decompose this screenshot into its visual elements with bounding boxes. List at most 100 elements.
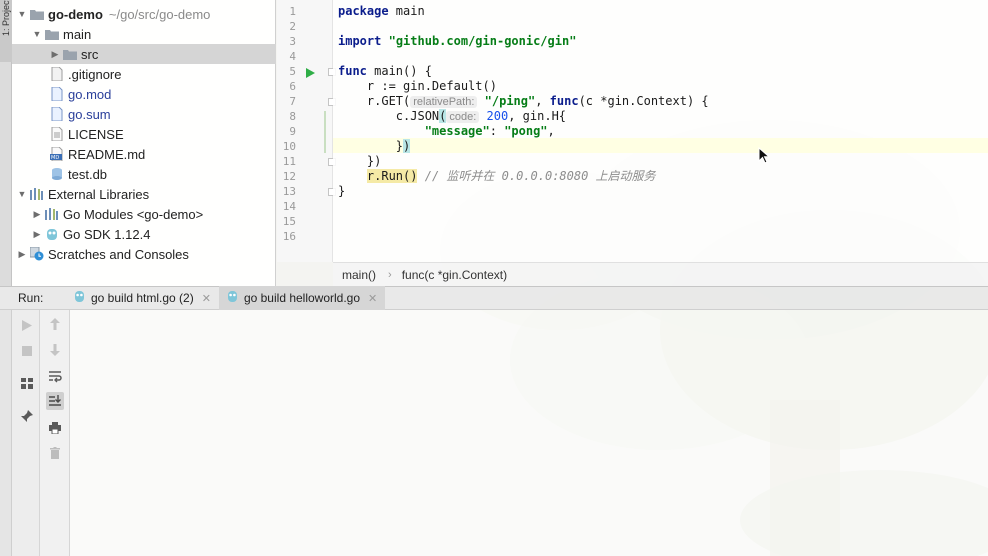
- chevron-right-icon[interactable]: ▶: [32, 229, 42, 240]
- tree-label: main: [63, 26, 92, 42]
- editor-breadcrumb: main() › func(c *gin.Context): [333, 262, 988, 286]
- run-label: Run:: [18, 291, 44, 305]
- close-icon[interactable]: ✕: [368, 292, 377, 305]
- tree-row-gitignore[interactable]: .gitignore: [12, 64, 276, 84]
- run-console-output[interactable]: [70, 310, 988, 556]
- run-left-edge: [0, 310, 12, 556]
- text-file-icon: [50, 127, 64, 141]
- scratches-icon: [30, 247, 44, 261]
- code-text: ,: [535, 94, 550, 108]
- line-number: 5: [289, 65, 296, 78]
- code-line-7: r.GET(relativePath: "/ping", func(c *gin…: [338, 94, 709, 109]
- tree-label: README.md: [68, 146, 146, 162]
- project-tool-tab[interactable]: 1: Project: [0, 0, 12, 62]
- run-tab-helloworld-go[interactable]: go build helloworld.go ✕: [218, 286, 386, 310]
- go-file-icon: [50, 87, 64, 101]
- folder-icon: [63, 47, 77, 61]
- code-text: c.JSON: [338, 109, 440, 123]
- code-line-8: c.JSON(code: 200, gin.H{: [338, 109, 566, 124]
- run-tab-html-go[interactable]: go build html.go (2) ✕: [66, 286, 219, 310]
- string-literal: "message": [424, 124, 490, 138]
- tree-label: External Libraries: [48, 186, 150, 202]
- chevron-right-icon[interactable]: ▶: [50, 49, 60, 60]
- tree-label: test.db: [68, 166, 108, 182]
- tree-row-go-sum[interactable]: go.sum: [12, 104, 276, 124]
- tree-row-go-sdk[interactable]: ▶ Go SDK 1.12.4: [12, 224, 276, 244]
- gopher-sdk-icon: [45, 227, 59, 241]
- code-comment: // 监听并在 0.0.0.0:8080 上启动服务: [424, 169, 656, 183]
- code-line-10: }): [338, 139, 411, 154]
- code-text: ,: [547, 124, 555, 138]
- trash-icon[interactable]: [46, 444, 64, 462]
- mouse-cursor-icon: [758, 147, 770, 164]
- line-number: 12: [282, 170, 296, 183]
- stop-icon[interactable]: [18, 342, 36, 360]
- tree-label: src: [81, 46, 99, 62]
- tree-row-license[interactable]: LICENSE: [12, 124, 276, 144]
- chevron-right-icon: ›: [388, 268, 392, 281]
- breadcrumb-item-func[interactable]: func(c *gin.Context): [402, 268, 507, 282]
- keyword: package: [338, 4, 389, 18]
- chevron-down-icon[interactable]: ▼: [17, 9, 27, 19]
- line-number: 10: [282, 140, 296, 153]
- tree-row-root[interactable]: ▼ go-demo ~/go/src/go-demo: [12, 4, 276, 24]
- tree-row-external-libraries[interactable]: ▼ External Libraries: [12, 184, 276, 204]
- print-icon[interactable]: [46, 419, 64, 437]
- tree-row-readme[interactable]: MD README.md: [12, 144, 276, 164]
- code-text: (c *gin.Context) {: [578, 94, 709, 108]
- highlighted-call: r.Run(): [366, 169, 418, 183]
- number-literal: 200: [486, 109, 509, 123]
- project-panel: ▼ go-demo ~/go/src/go-demo ▼ main ▶ src …: [12, 0, 276, 286]
- run-gutter-icon[interactable]: [306, 66, 315, 81]
- current-line-highlight: [333, 138, 988, 153]
- code-text: :: [489, 124, 505, 138]
- breadcrumb-item-main[interactable]: main(): [342, 268, 376, 282]
- rerun-icon[interactable]: [18, 316, 36, 334]
- string-literal: "/ping": [484, 94, 536, 108]
- pin-icon[interactable]: [18, 407, 36, 425]
- close-icon[interactable]: ✕: [202, 292, 211, 305]
- tree-label: .gitignore: [68, 66, 122, 82]
- soft-wrap-icon[interactable]: [46, 368, 64, 386]
- chevron-right-icon[interactable]: ▶: [17, 249, 27, 260]
- arrow-up-icon[interactable]: [46, 315, 64, 333]
- code-line-1: package main: [338, 4, 425, 19]
- database-icon: [50, 167, 64, 181]
- tree-row-go-mod[interactable]: go.mod: [12, 84, 276, 104]
- code-line-9: "message": "pong",: [338, 124, 555, 139]
- tree-row-test-db[interactable]: test.db: [12, 164, 276, 184]
- markdown-file-icon: MD: [50, 147, 64, 161]
- tree-label: go.sum: [68, 106, 111, 122]
- run-tab-label: go build helloworld.go: [243, 291, 361, 305]
- tree-row-main[interactable]: ▼ main: [12, 24, 276, 44]
- tree-row-src[interactable]: ▶ src: [12, 44, 276, 64]
- tree-label: Scratches and Consoles: [48, 246, 189, 262]
- line-number: 13: [282, 185, 296, 198]
- layout-icon[interactable]: [18, 374, 36, 392]
- arrow-down-icon[interactable]: [46, 341, 64, 359]
- chevron-right-icon[interactable]: ▶: [32, 209, 42, 220]
- tree-label: Go SDK 1.12.4: [63, 226, 151, 242]
- line-number: 11: [282, 155, 296, 168]
- left-tool-strip: 1: Project: [0, 0, 12, 286]
- code-line-12: r.Run() // 监听并在 0.0.0.0:8080 上启动服务: [338, 169, 656, 184]
- svg-text:MD: MD: [51, 155, 59, 161]
- gopher-icon: [74, 290, 85, 306]
- line-number: 15: [282, 215, 296, 228]
- code-editor[interactable]: package main import "github.com/gin-goni…: [333, 0, 988, 262]
- library-icon: [30, 187, 44, 201]
- matched-paren: ): [403, 139, 411, 153]
- line-number: 4: [289, 50, 296, 63]
- keyword: func: [338, 64, 367, 78]
- tree-row-scratches[interactable]: ▶ Scratches and Consoles: [12, 244, 276, 264]
- line-number: 8: [289, 110, 296, 123]
- chevron-down-icon[interactable]: ▼: [17, 189, 27, 199]
- chevron-down-icon[interactable]: ▼: [32, 29, 42, 39]
- keyword: func: [549, 94, 579, 108]
- project-root-path: ~/go/src/go-demo: [108, 6, 211, 22]
- scroll-to-end-icon[interactable]: [46, 392, 64, 410]
- code-text: main() {: [366, 64, 432, 78]
- line-number: 2: [289, 20, 296, 33]
- folder-icon: [45, 27, 59, 41]
- tree-row-go-modules[interactable]: ▶ Go Modules <go-demo>: [12, 204, 276, 224]
